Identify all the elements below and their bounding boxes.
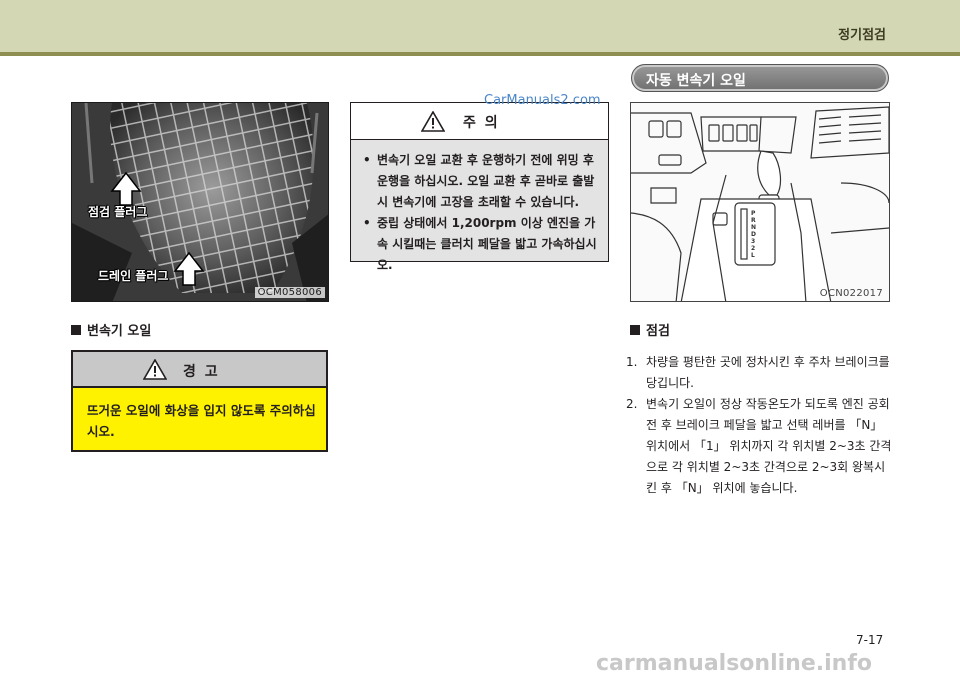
shifter-diagram: P R N D 3 2 L OCN022017	[630, 102, 890, 302]
step-text: 변속기 오일이 정상 작동온도가 되도록 엔진 공회전 후 브레이크 페달을 밟…	[646, 397, 892, 495]
footer-watermark: carmanualsonline.info	[596, 651, 872, 676]
svg-text:P: P	[751, 210, 756, 217]
drain-plug-label: 드레인 플러그	[98, 269, 169, 283]
page-number: 7-17	[856, 633, 884, 647]
warning-triangle-icon	[143, 359, 167, 380]
square-bullet-icon	[630, 325, 640, 335]
warning-text: 뜨거운 오일에 화상을 입지 않도록 주의하십시오.	[87, 403, 316, 439]
caution-header: 주 의	[351, 103, 608, 140]
top-watermark: CarManuals2.com	[484, 93, 601, 108]
warning-title: 경 고	[183, 364, 220, 380]
left-caption-text: 변속기 오일	[87, 324, 152, 339]
svg-text:R: R	[751, 217, 756, 224]
shifter-diagram-art: P R N D 3 2 L	[631, 106, 889, 301]
warning-header: 경 고	[73, 352, 326, 388]
step-number: 1.	[626, 355, 638, 369]
top-band	[0, 0, 960, 52]
step-item: 1. 차량을 평탄한 곳에 정차시킨 후 주차 브레이크를 당깁니다.	[626, 352, 896, 394]
svg-text:N: N	[751, 224, 756, 231]
step-item: 2. 변속기 오일이 정상 작동온도가 되도록 엔진 공회전 후 브레이크 페달을…	[626, 394, 896, 499]
caution-item: • 변속기 오일 교환 후 운행하기 전에 위밍 후 운행을 하십시오. 오일 교…	[363, 150, 600, 213]
svg-text:D: D	[751, 231, 756, 238]
bullet-dot-icon: •	[363, 216, 371, 230]
left-caption: 변속기 오일	[71, 320, 151, 339]
photo-code: OCM058006	[254, 287, 325, 298]
caution-triangle-icon	[421, 111, 445, 132]
inspection-caption: 점검	[630, 320, 670, 339]
diagram-code: OCN022017	[819, 288, 883, 299]
svg-text:3: 3	[751, 238, 755, 245]
step-number: 2.	[626, 397, 638, 411]
transmission-photo: 점검 플러그 드레인 플러그 OCM058006	[71, 102, 329, 302]
check-plug-label: 점검 플러그	[88, 205, 148, 219]
step-text: 차량을 평탄한 곳에 정차시킨 후 주차 브레이크를 당깁니다.	[646, 355, 890, 390]
svg-text:2: 2	[751, 245, 755, 252]
square-bullet-icon	[71, 325, 81, 335]
warning-box: 경 고 뜨거운 오일에 화상을 입지 않도록 주의하십시오.	[71, 350, 328, 452]
top-band-rule	[0, 52, 960, 56]
caution-item-text: 중립 상태에서 1,200rpm 이상 엔진을 가속 시킬때는 클러치 페달을 …	[377, 216, 597, 272]
bullet-dot-icon: •	[363, 153, 371, 167]
caution-title: 주 의	[463, 115, 500, 131]
section-title-pill: 자동 변속기 오일	[631, 64, 889, 92]
caution-box: 주 의 • 변속기 오일 교환 후 운행하기 전에 위밍 후 운행을 하십시오. …	[350, 102, 609, 272]
caution-item: • 중립 상태에서 1,200rpm 이상 엔진을 가속 시킬때는 클러치 페달을…	[363, 213, 600, 276]
inspection-steps: 1. 차량을 평탄한 곳에 정차시킨 후 주차 브레이크를 당깁니다. 2. 변속기…	[626, 352, 896, 499]
section-title-text: 자동 변속기 오일	[646, 73, 746, 89]
caution-list: • 변속기 오일 교환 후 운행하기 전에 위밍 후 운행을 하십시오. 오일 교…	[351, 140, 608, 276]
caution-item-text: 변속기 오일 교환 후 운행하기 전에 위밍 후 운행을 하십시오. 오일 교환…	[377, 153, 595, 209]
svg-text:L: L	[751, 252, 755, 259]
inspection-caption-text: 점검	[646, 324, 670, 339]
section-header: 정기점검	[838, 28, 886, 43]
